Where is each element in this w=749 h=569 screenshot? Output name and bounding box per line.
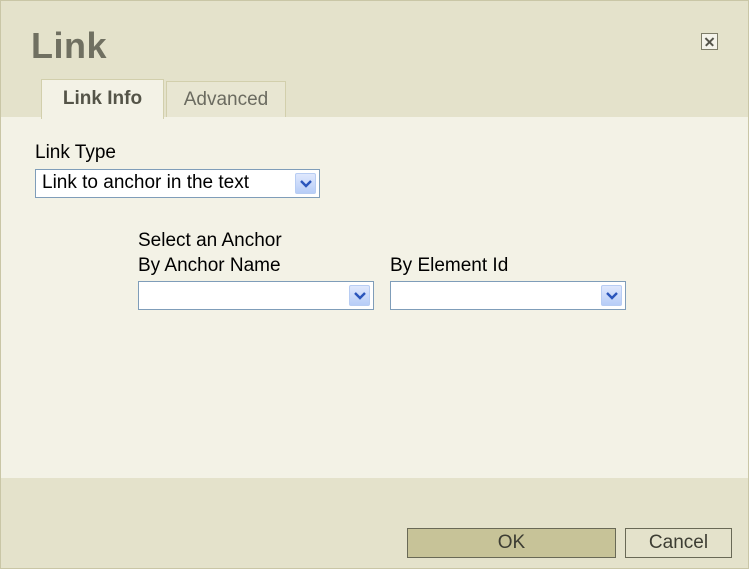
link-type-value: Link to anchor in the text xyxy=(42,172,250,193)
ok-button[interactable]: OK xyxy=(407,528,616,558)
chevron-down-icon[interactable] xyxy=(601,285,622,306)
tab-advanced[interactable]: Advanced xyxy=(166,81,286,117)
element-id-select[interactable] xyxy=(390,281,626,310)
close-icon[interactable] xyxy=(701,33,718,50)
chevron-down-icon[interactable] xyxy=(349,285,370,306)
anchor-name-select[interactable] xyxy=(138,281,374,310)
tab-content-link-info: Link Type Link to anchor in the text Sel… xyxy=(1,118,748,478)
link-type-label: Link Type xyxy=(35,142,116,163)
link-type-select[interactable]: Link to anchor in the text xyxy=(35,169,320,198)
chevron-down-icon[interactable] xyxy=(295,173,316,194)
by-element-id-label: By Element Id xyxy=(390,255,509,276)
dialog-footer: OK Cancel xyxy=(1,478,748,568)
cancel-button[interactable]: Cancel xyxy=(625,528,732,558)
tab-link-info[interactable]: Link Info xyxy=(41,79,164,119)
dialog-title: Link xyxy=(31,25,108,66)
dialog-header: Link Link Info Advanced xyxy=(1,1,748,119)
by-anchor-name-label: By Anchor Name xyxy=(138,255,281,276)
link-dialog: Link Link Info Advanced Link Type Link t… xyxy=(0,0,749,569)
select-anchor-label: Select an Anchor xyxy=(138,230,282,251)
